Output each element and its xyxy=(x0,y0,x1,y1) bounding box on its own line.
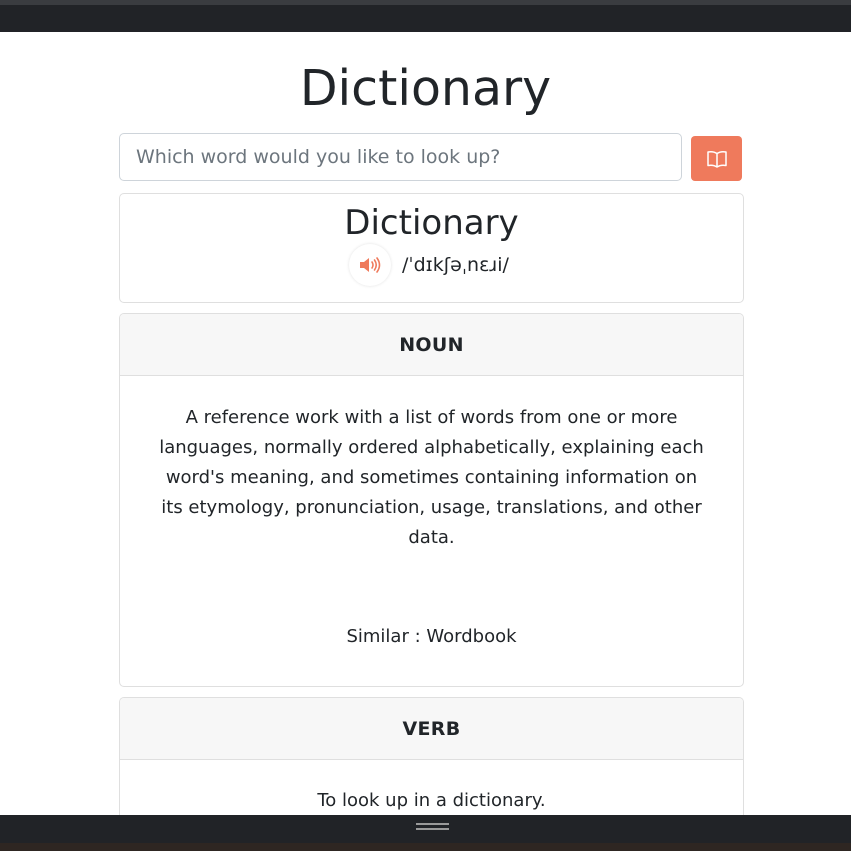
window-bottom-bar xyxy=(0,815,851,851)
search-input[interactable] xyxy=(119,133,682,181)
part-of-speech-header: VERB xyxy=(120,698,743,760)
resize-handle[interactable] xyxy=(416,823,449,833)
handle-line xyxy=(416,828,449,830)
definition-text: A reference work with a list of words fr… xyxy=(159,407,704,548)
similar-value: Wordbook xyxy=(426,626,517,647)
definition-text: To look up in a dictionary. xyxy=(317,790,546,811)
similar-label: Similar : xyxy=(346,626,421,647)
bottom-strip xyxy=(0,843,851,851)
handle-line xyxy=(416,823,449,825)
page-title: Dictionary xyxy=(299,60,552,117)
similar-words: Similar : Wordbook xyxy=(120,623,743,651)
word-card: Dictionary /ˈdɪkʃəˌnɛɹi/ xyxy=(119,193,744,303)
speaker-icon xyxy=(360,257,381,273)
phonetic-text: /ˈdɪkʃəˌnɛɹi/ xyxy=(402,254,509,276)
meaning-card-noun: NOUN A reference work with a list of wor… xyxy=(119,313,744,687)
window-top-edge xyxy=(0,0,851,5)
search-button[interactable] xyxy=(691,136,742,181)
part-of-speech-header: NOUN xyxy=(120,314,743,376)
play-pronunciation-button[interactable] xyxy=(349,244,391,286)
word-title: Dictionary xyxy=(344,203,519,243)
book-open-icon xyxy=(706,150,727,168)
window-top-bar xyxy=(0,0,851,32)
